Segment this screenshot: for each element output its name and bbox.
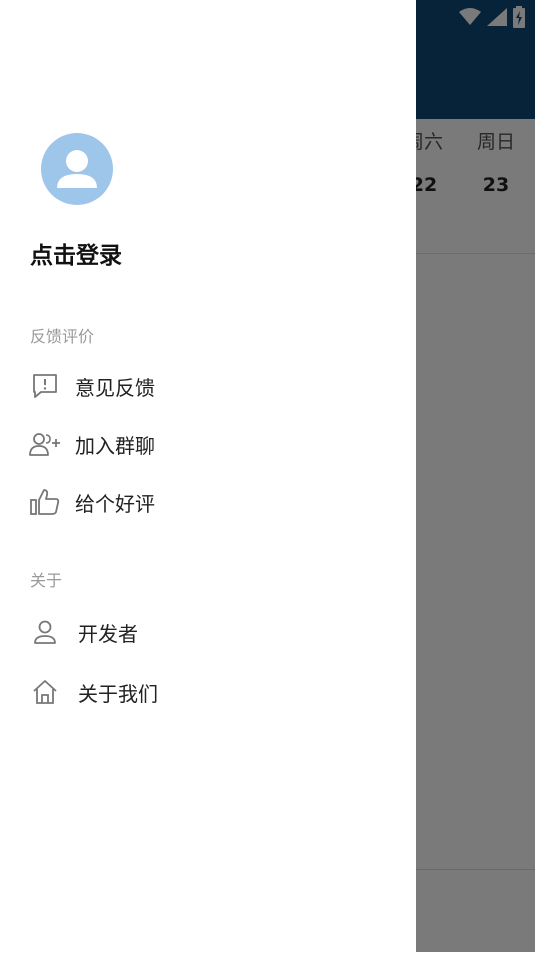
menu-item-about-us[interactable]: 关于我们 [0,667,416,717]
user-avatar-icon[interactable] [41,133,113,205]
section-title-about: 关于 [30,571,63,590]
add-group-icon [29,428,61,460]
menu-item-feedback[interactable]: 意见反馈 [0,361,416,411]
menu-item-label: 加入群聊 [75,433,155,458]
menu-item-rate-app[interactable]: 给个好评 [0,477,416,527]
section-title-feedback: 反馈评价 [30,327,95,346]
person-icon [29,616,61,648]
feedback-icon [29,370,61,402]
menu-item-label: 意见反馈 [75,375,155,400]
thumbs-up-icon [29,486,61,518]
menu-item-developer[interactable]: 开发者 [0,607,416,657]
home-icon [29,676,61,708]
menu-item-label: 开发者 [78,621,138,646]
menu-item-label: 关于我们 [78,681,158,706]
login-link[interactable]: 点击登录 [30,236,122,270]
menu-item-join-group[interactable]: 加入群聊 [0,419,416,469]
menu-item-label: 给个好评 [75,491,155,516]
navigation-drawer: 点击登录 反馈评价 意见反馈 加入群聊 给个好评 关于 开发者 关于我们 [0,0,416,952]
